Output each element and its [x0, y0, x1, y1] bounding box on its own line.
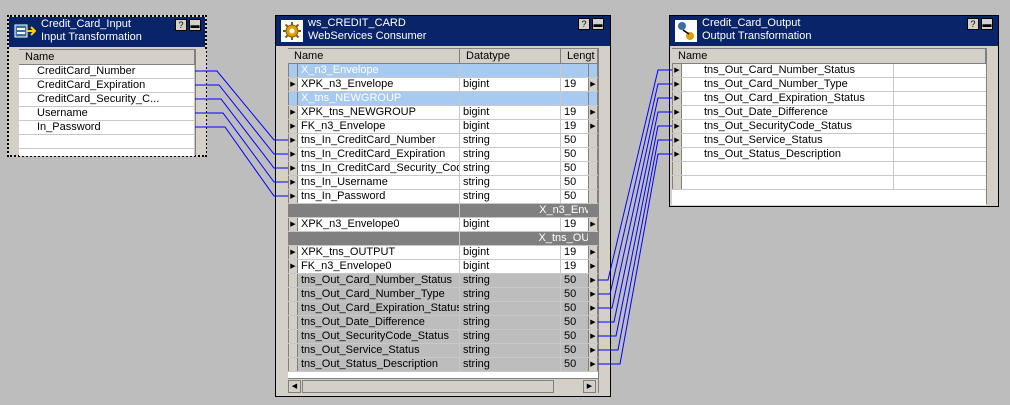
output-link-4[interactable] — [598, 125, 672, 337]
output-link-3[interactable] — [598, 111, 672, 323]
output-link-0[interactable] — [598, 69, 672, 281]
input-link-1[interactable] — [195, 84, 288, 155]
input-link-0[interactable] — [195, 70, 288, 141]
input-link-2[interactable] — [195, 98, 288, 169]
port-links — [195, 69, 672, 365]
input-link-3[interactable] — [195, 112, 288, 183]
output-link-5[interactable] — [598, 139, 672, 351]
